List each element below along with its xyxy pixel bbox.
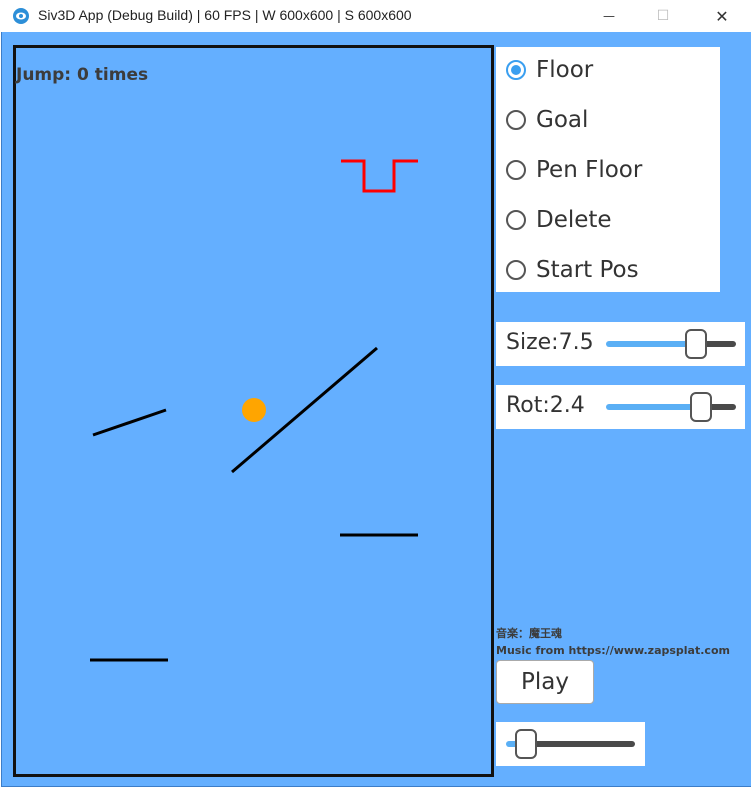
music-credit-en: Music from https://www.zapsplat.com	[496, 644, 730, 657]
radio-unselected-icon	[506, 260, 526, 280]
rot-slider-handle[interactable]	[690, 392, 712, 422]
window-title: Siv3D App (Debug Build) | 60 FPS | W 600…	[38, 7, 412, 23]
radio-label: Goal	[536, 107, 589, 133]
radio-label: Delete	[536, 207, 612, 233]
radio-pen-floor[interactable]: Pen Floor	[506, 155, 642, 185]
volume-slider-panel	[496, 722, 645, 766]
size-slider-track-fill	[606, 341, 696, 347]
floor-line	[92, 408, 167, 437]
radio-goal[interactable]: Goal	[506, 105, 588, 135]
radio-unselected-icon	[506, 210, 526, 230]
minimize-button[interactable]: —	[586, 0, 632, 32]
siv3d-app-icon	[13, 8, 29, 24]
close-button[interactable]: ✕	[699, 0, 745, 32]
minimize-icon: —	[603, 9, 615, 23]
size-label: Size:7.5	[506, 330, 594, 355]
radio-selected-icon	[506, 60, 526, 80]
play-field[interactable]	[13, 45, 494, 777]
rot-slider-track-fill	[606, 404, 701, 410]
maximize-icon: ☐	[656, 8, 670, 24]
radio-unselected-icon	[506, 110, 526, 130]
play-button[interactable]: Play	[496, 660, 594, 704]
size-slider-handle[interactable]	[685, 329, 707, 359]
rot-label: Rot:2.4	[506, 393, 585, 418]
volume-slider-handle[interactable]	[515, 729, 537, 759]
radio-floor[interactable]: Floor	[506, 55, 593, 85]
radio-delete[interactable]: Delete	[506, 205, 612, 235]
radio-label: Pen Floor	[536, 157, 643, 183]
volume-slider-track[interactable]	[524, 741, 635, 747]
field-drawing	[90, 159, 418, 662]
maximize-button[interactable]: ☐	[640, 0, 686, 32]
tool-radio-group: Floor Goal Pen Floor Delete Start Pos	[496, 47, 720, 292]
goal-marker	[341, 159, 418, 193]
music-credit-jp: 音楽：魔王魂	[496, 627, 562, 640]
radio-label: Start Pos	[536, 257, 639, 283]
close-icon: ✕	[715, 6, 729, 26]
radio-label: Floor	[536, 57, 594, 83]
size-slider-panel: Size:7.5	[496, 322, 745, 366]
radio-start-pos[interactable]: Start Pos	[506, 255, 639, 285]
window-title-bar: Siv3D App (Debug Build) | 60 FPS | W 600…	[0, 0, 751, 32]
radio-unselected-icon	[506, 160, 526, 180]
ball	[242, 398, 266, 422]
rot-slider-panel: Rot:2.4	[496, 385, 745, 429]
jump-counter: Jump: 0 times	[16, 65, 149, 85]
